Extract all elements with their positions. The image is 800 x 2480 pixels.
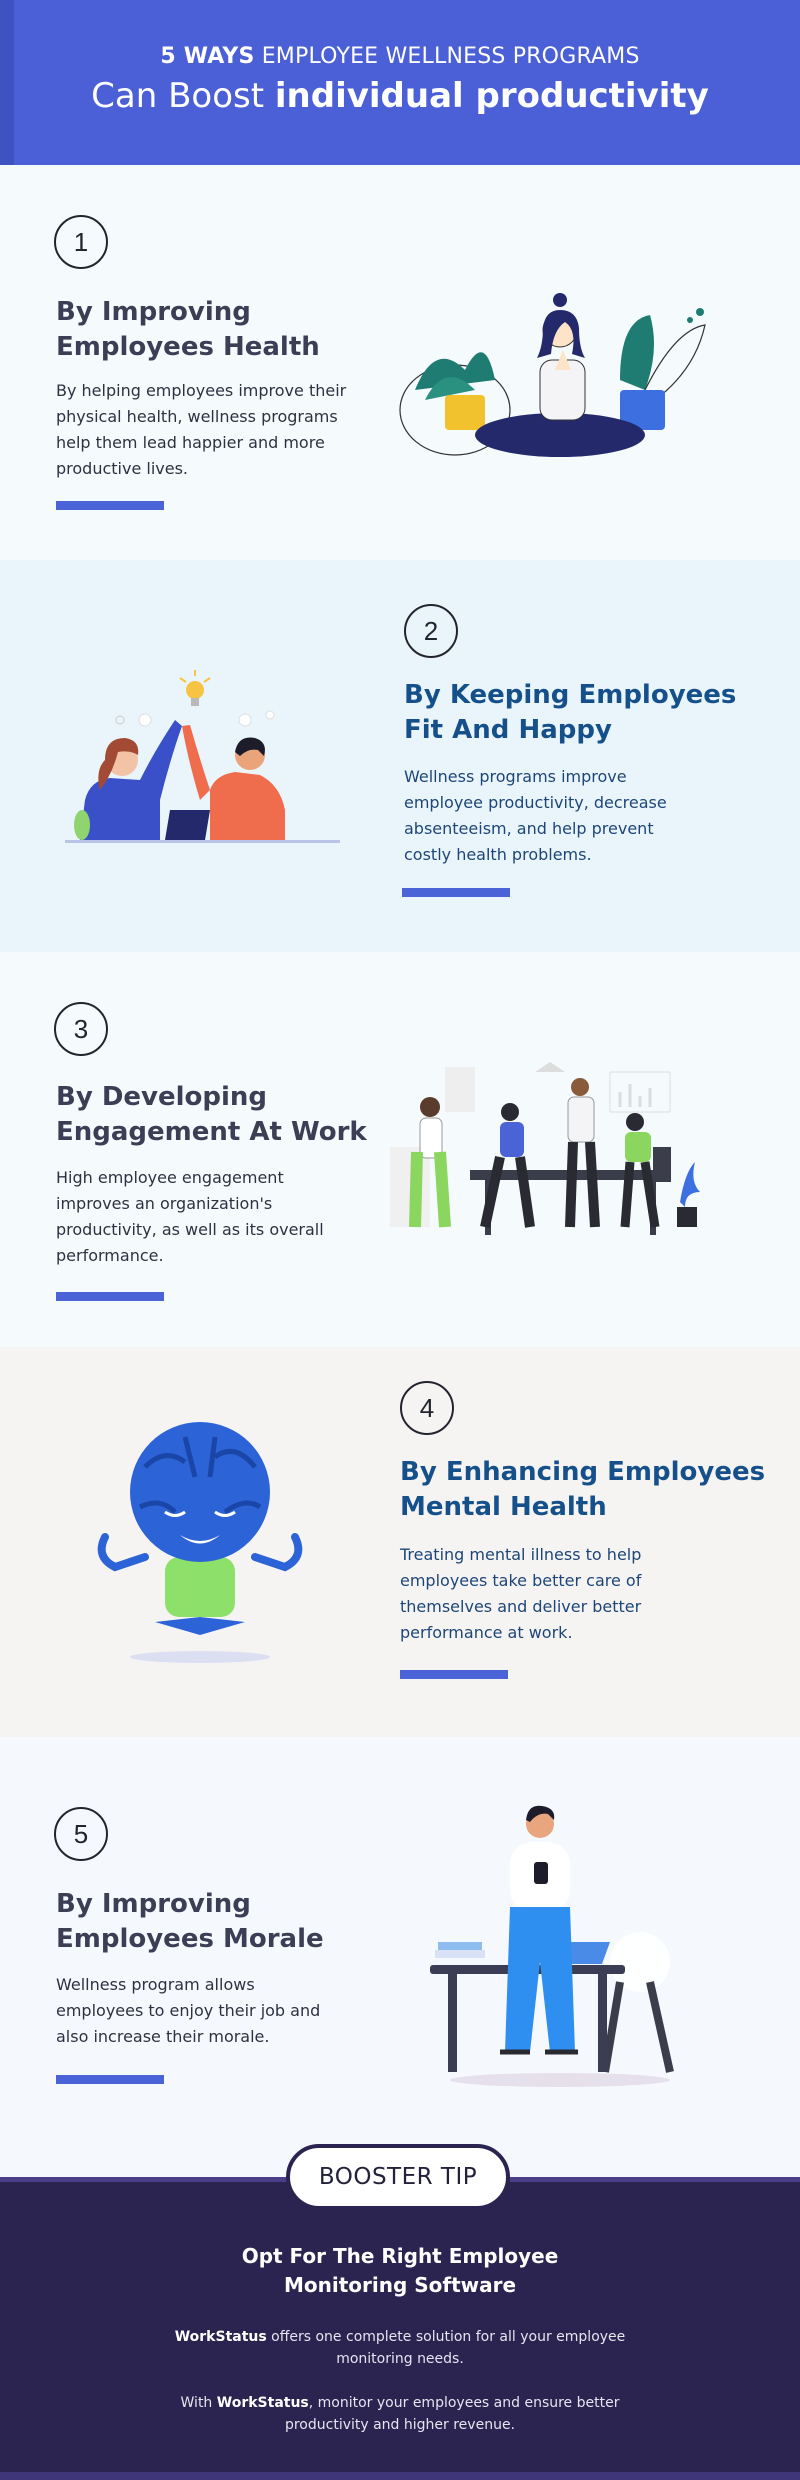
booster-tip-paragraph-2: With WorkStatus, monitor your employees …	[180, 2395, 620, 2433]
section-4-title: By Enhancing Employees Mental Health	[400, 1457, 766, 1522]
high-five-illustration	[65, 670, 340, 843]
booster-tip-badge: BOOSTER TIP	[286, 2144, 510, 2210]
section-2: 2 By Keeping Employees Fit And Happy Well…	[0, 560, 800, 952]
step-number-2: 2	[404, 604, 458, 658]
section-1-title: By Improving Employees Health	[56, 297, 320, 362]
section-4-description: Treating mental illness to help employees…	[400, 1545, 642, 1642]
section-3-accent-bar	[56, 1292, 164, 1301]
header-banner: 5 WAYS EMPLOYEE WELLNESS PROGRAMS Can Bo…	[0, 0, 800, 165]
step-number-1: 1	[54, 215, 108, 269]
working-man-illustration	[430, 1805, 674, 2087]
booster-tip-title: Opt For The Right Employee Monitoring Sof…	[241, 2244, 559, 2297]
section-2-description: Wellness programs improve employee produc…	[404, 767, 667, 864]
booster-tip-paragraph-1: WorkStatus offers one complete solution …	[174, 2329, 626, 2367]
section-4: 4 By Enhancing Employees Mental Health Tr…	[0, 1347, 800, 1737]
section-2-accent-bar	[402, 888, 510, 897]
section-5-title: By Improving Employees Morale	[56, 1889, 324, 1954]
section-3-description: High employee engagement improves an orga…	[56, 1168, 324, 1265]
step-number-3: 3	[54, 1002, 108, 1056]
section-4-accent-bar	[400, 1670, 508, 1679]
section-1-description: By helping employees improve their physic…	[56, 381, 347, 478]
section-3-title: By Developing Engagement At Work	[56, 1082, 367, 1147]
section-3: 3 By Developing Engagement At Work High e…	[0, 952, 800, 1347]
section-5-description: Wellness program allows employees to enjo…	[56, 1975, 321, 2046]
step-number-4: 4	[400, 1381, 454, 1435]
section-5: 5 By Improving Employees Morale Wellness …	[0, 1737, 800, 2177]
section-1-accent-bar	[56, 501, 164, 510]
header-subtitle: 5 WAYS EMPLOYEE WELLNESS PROGRAMS	[160, 44, 640, 69]
header-title: Can Boost individual productivity	[91, 76, 709, 116]
meditating-woman-illustration	[399, 293, 706, 457]
section-5-accent-bar	[56, 2075, 164, 2084]
footer-bottom-line	[0, 2472, 800, 2480]
meditating-brain-illustration	[97, 1422, 303, 1663]
step-number-5: 5	[54, 1807, 108, 1861]
team-meeting-illustration	[390, 1062, 700, 1235]
section-2-title: By Keeping Employees Fit And Happy	[404, 680, 737, 745]
section-1: 1 By Improving Employees Health By helpin…	[0, 165, 800, 560]
